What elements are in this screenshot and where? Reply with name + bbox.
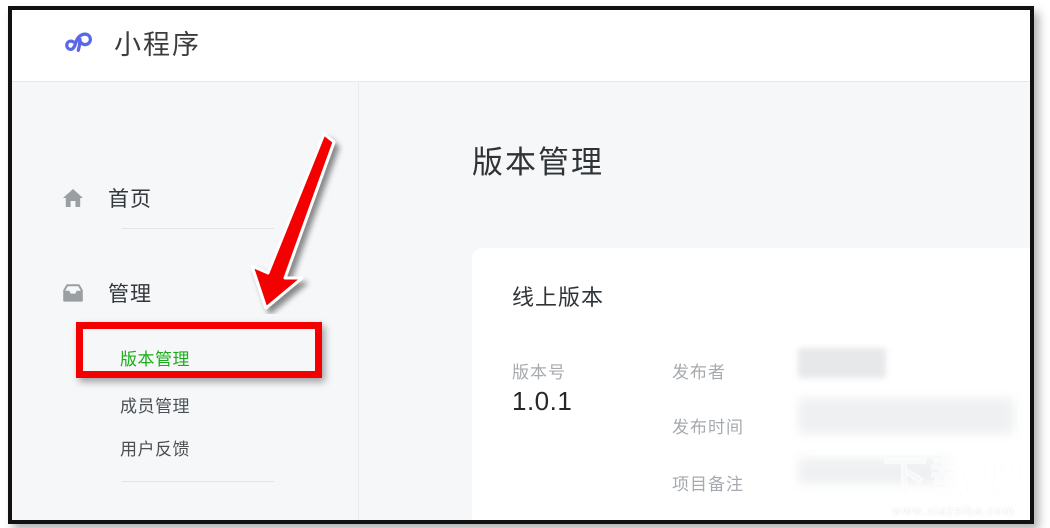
top-header-bar: 小程序	[12, 10, 1030, 82]
main-content: 版本管理 线上版本 版本号 1.0.1 发布者 发布时间 项目备注	[360, 83, 1030, 520]
field-value-version-number: 1.0.1	[512, 386, 573, 416]
redacted-value-project-note	[798, 458, 948, 484]
redacted-value-publish-time	[798, 398, 1014, 434]
online-version-card: 线上版本 版本号 1.0.1 发布者 发布时间 项目备注	[472, 248, 1030, 520]
home-icon	[60, 185, 86, 211]
sidebar-item-manage[interactable]: 管理	[12, 273, 152, 313]
sidebar-divider-1	[122, 228, 274, 229]
sidebar: 首页 管理 版本管理 成员管理 用户反馈	[12, 83, 359, 520]
sidebar-item-member-management[interactable]: 成员管理	[12, 385, 358, 423]
card-heading: 线上版本	[512, 285, 605, 310]
sidebar-divider-2	[122, 481, 274, 482]
field-label-publish-time: 发布时间	[672, 418, 744, 437]
sidebar-item-home-label: 首页	[108, 188, 152, 211]
page-title: 版本管理	[472, 145, 604, 180]
sidebar-item-member-management-label: 成员管理	[120, 396, 190, 416]
field-label-version-number: 版本号	[512, 363, 566, 382]
field-label-publisher: 发布者	[672, 363, 726, 382]
app-title: 小程序	[114, 30, 201, 60]
sidebar-item-manage-label: 管理	[108, 283, 152, 306]
inbox-icon	[60, 280, 86, 306]
sidebar-item-user-feedback-label: 用户反馈	[120, 439, 190, 459]
screenshot-frame: 小程序 首页 管理 版本管理 成员管理 用户反馈 版本管理 线上版本 版本号 1…	[8, 6, 1034, 524]
sidebar-item-statistics[interactable]: 统计	[12, 515, 152, 520]
app-root: 小程序 首页 管理 版本管理 成员管理 用户反馈 版本管理 线上版本 版本号 1…	[12, 10, 1030, 520]
field-label-project-note: 项目备注	[672, 475, 744, 494]
redacted-value-publisher	[798, 348, 886, 378]
sidebar-item-home[interactable]: 首页	[12, 178, 152, 218]
annotation-highlight-rectangle	[76, 322, 322, 378]
sidebar-item-user-feedback[interactable]: 用户反馈	[12, 428, 358, 466]
infinity-loop-icon	[58, 26, 98, 66]
